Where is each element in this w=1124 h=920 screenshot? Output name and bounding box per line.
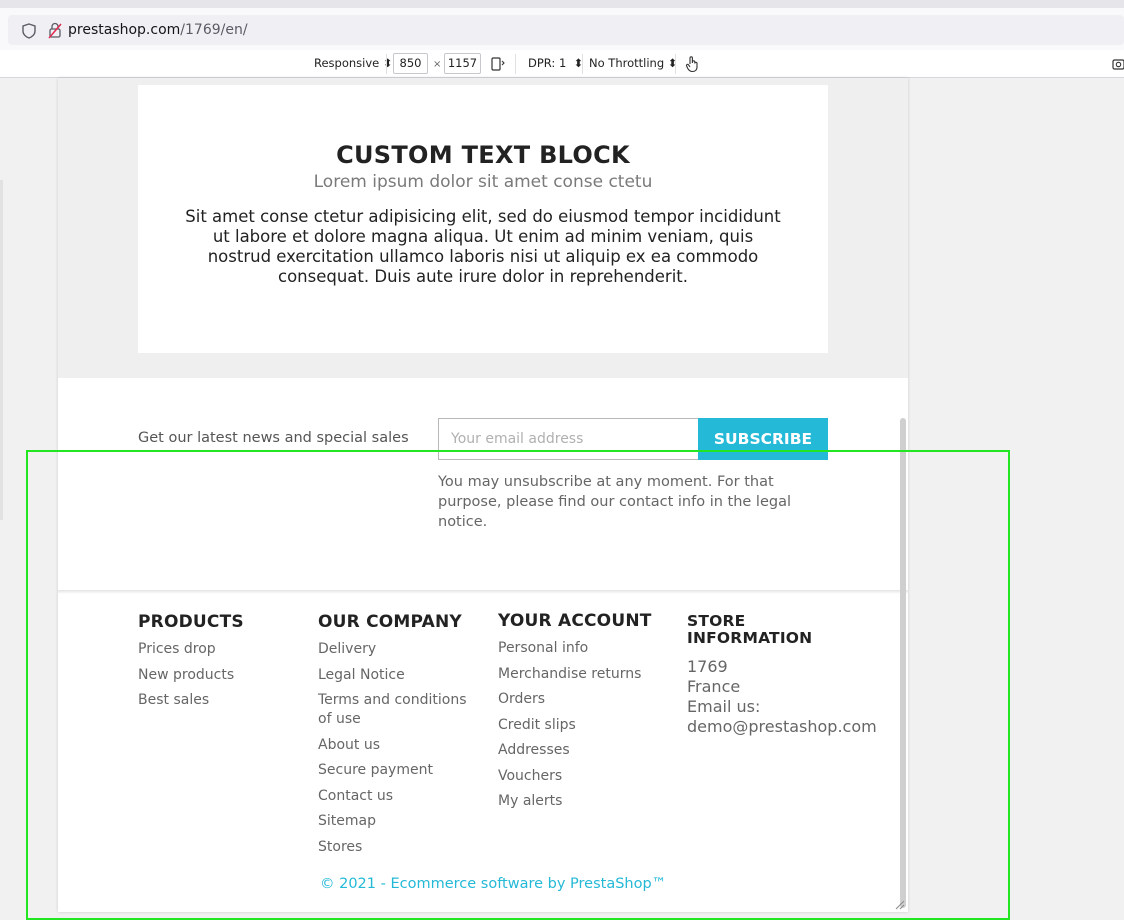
footer-divider [58,590,908,594]
unsubscribe-note: You may unsubscribe at any moment. For t… [438,474,791,530]
footer-column-company: OUR COMPANY Delivery Legal Notice Terms … [318,612,478,863]
subscribe-button[interactable]: SUBSCRIBE [698,418,828,460]
footer-column-products: PRODUCTS Prices drop New products Best s… [138,612,298,717]
text-block-body: Sit amet conse ctetur adipisicing elit, … [185,207,781,286]
dpr-label: DPR: 1 [528,56,567,70]
toolbar-separator [386,54,387,74]
footer-link-contact-us[interactable]: Contact us [318,787,478,806]
dpr-selector[interactable]: DPR: 1 ⬍ [528,56,583,71]
store-line-2: France [687,677,741,696]
screenshot-icon[interactable] [1112,57,1124,71]
rotate-viewport-icon[interactable] [490,56,506,72]
touch-simulation-icon[interactable] [684,55,700,73]
text-block-subtitle: Lorem ipsum dolor sit amet conse ctetu [313,172,653,192]
browser-toolbar: prestashop.com/1769/en/ [0,0,1124,50]
footer-link-my-alerts[interactable]: My alerts [498,792,678,811]
footer-company-title: OUR COMPANY [318,612,462,632]
footer-link-delivery[interactable]: Delivery [318,640,478,659]
resize-handle-icon[interactable] [893,898,905,910]
footer-store-title: STORE INFORMATION [687,612,813,647]
footer-link-personal-info[interactable]: Personal info [498,639,678,658]
throttling-label: No Throttling [589,56,665,70]
viewport-height-input[interactable]: 1157 [444,53,481,74]
viewport-width-input[interactable]: 850 [393,53,428,74]
copyright-link[interactable]: © 2021 - Ecommerce software by PrestaSho… [320,876,666,892]
footer-link-new-products[interactable]: New products [138,666,298,685]
footer-column-account: YOUR ACCOUNT Personal info Merchandise r… [498,611,678,818]
footer-products-title: PRODUCTS [138,612,244,632]
newsletter-email-input[interactable] [438,418,700,460]
custom-text-block: CUSTOM TEXT BLOCK Lorem ipsum dolor sit … [138,85,828,353]
footer-link-sitemap[interactable]: Sitemap [318,812,478,831]
footer-link-orders[interactable]: Orders [498,690,678,709]
url-path: /1769/en/ [180,22,248,38]
address-bar[interactable]: prestashop.com/1769/en/ [8,15,1124,45]
footer-account-title: YOUR ACCOUNT [498,611,652,631]
footer-column-store: STORE INFORMATION 1769 France Email us: … [687,612,877,737]
device-selector-label: Responsive [314,56,380,70]
store-line-1: 1769 [687,657,728,676]
store-line-3: Email us: [687,697,761,716]
toolbar-separator [515,54,516,74]
page-scrollbar[interactable] [900,418,906,908]
footer-link-terms[interactable]: Terms and conditions of use [318,691,478,729]
device-selector[interactable]: Responsive ⬍ [314,56,393,71]
throttling-selector[interactable]: No Throttling ⬍ [589,56,677,71]
footer-link-best-sales[interactable]: Best sales [138,691,298,710]
footer-link-stores[interactable]: Stores [318,838,478,857]
footer-link-addresses[interactable]: Addresses [498,741,678,760]
url-text[interactable]: prestashop.com/1769/en/ [68,21,248,39]
responsive-toolbar: Responsive ⬍ 850 × 1157 DPR: 1 ⬍ No Thro… [0,50,1124,78]
footer-link-prices-drop[interactable]: Prices drop [138,640,298,659]
content-section: CUSTOM TEXT BLOCK Lorem ipsum dolor sit … [58,78,908,378]
insecure-lock-icon[interactable] [48,22,62,39]
footer-link-merchandise-returns[interactable]: Merchandise returns [498,665,678,684]
footer-link-legal-notice[interactable]: Legal Notice [318,666,478,685]
toolbar-separator [582,54,583,74]
footer-link-secure-payment[interactable]: Secure payment [318,761,478,780]
times-sign: × [433,59,442,70]
footer-link-credit-slips[interactable]: Credit slips [498,716,678,735]
footer-link-about-us[interactable]: About us [318,736,478,755]
footer-link-vouchers[interactable]: Vouchers [498,767,678,786]
store-email-link[interactable]: demo@prestashop.com [687,717,877,737]
window-edge [0,180,3,520]
newsletter-label: Get our latest news and special sales [138,430,409,446]
toolbar-separator [675,54,676,74]
text-block-title: CUSTOM TEXT BLOCK [336,141,630,169]
page-viewport: CUSTOM TEXT BLOCK Lorem ipsum dolor sit … [58,78,908,912]
shield-icon[interactable] [22,23,36,39]
url-host: prestashop.com [68,22,181,38]
